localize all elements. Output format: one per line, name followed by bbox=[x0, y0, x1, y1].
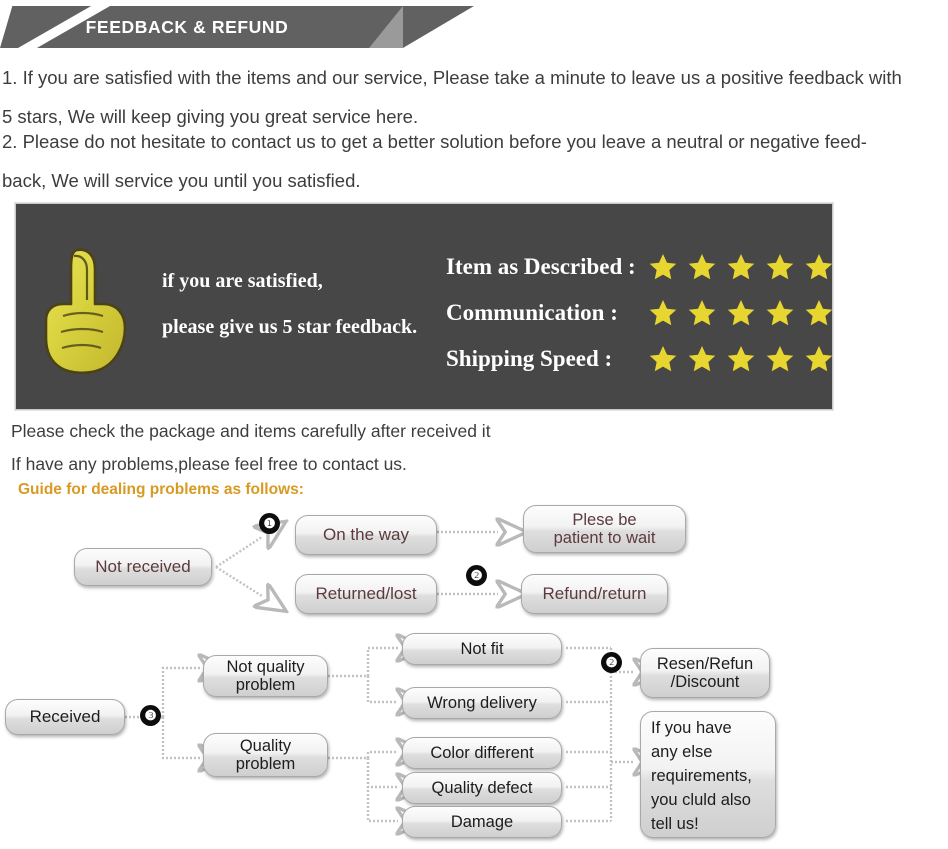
star-icon bbox=[649, 299, 677, 325]
box-returned-lost[interactable]: Returned/lost bbox=[295, 574, 437, 614]
step-badge-2: ❷ bbox=[466, 565, 487, 586]
star-icon bbox=[688, 345, 716, 371]
package-check-note: Please check the package and items caref… bbox=[11, 421, 491, 441]
star-icon bbox=[805, 345, 833, 371]
star-icon bbox=[805, 253, 833, 279]
rating-label: Item as Described : bbox=[446, 253, 636, 279]
rating-row: Item as Described : bbox=[446, 246, 834, 287]
feedback-banner-line-2: please give us 5 star feedback. bbox=[162, 316, 418, 338]
five-star-feedback-banner: if you are satisfied, please give us 5 s… bbox=[15, 203, 833, 410]
intro-paragraph-2: 2. Please do not hesitate to contact us … bbox=[2, 131, 867, 191]
step-badge-1: ❶ bbox=[259, 513, 280, 534]
rating-label: Shipping Speed : bbox=[446, 345, 613, 371]
box-not-fit[interactable]: Not fit bbox=[402, 633, 562, 665]
box-tell-us[interactable]: If you have any else requirements, you c… bbox=[640, 711, 776, 838]
rating-row: Communication : bbox=[446, 292, 834, 333]
star-icon bbox=[688, 299, 716, 325]
box-plese-be-patient[interactable]: Plese be patient to wait bbox=[523, 505, 686, 553]
star-icon bbox=[688, 253, 716, 279]
box-not-received[interactable]: Not received bbox=[74, 548, 212, 586]
star-icon bbox=[766, 253, 794, 279]
box-quality-defect[interactable]: Quality defect bbox=[402, 772, 562, 804]
star-icon bbox=[766, 345, 794, 371]
rating-list: Item as Described : Communication : Shippi… bbox=[446, 246, 834, 384]
box-received[interactable]: Received bbox=[5, 699, 125, 735]
box-quality-problem[interactable]: Quality problem bbox=[203, 733, 328, 777]
star-icon bbox=[727, 299, 755, 325]
page-title: FEEDBACK & REFUND bbox=[85, 16, 289, 37]
star-icon bbox=[766, 299, 794, 325]
feedback-banner-line-1: if you are satisfied, bbox=[162, 270, 323, 292]
star-icon bbox=[727, 345, 755, 371]
rating-label: Communication : bbox=[446, 299, 618, 325]
star-rating bbox=[648, 344, 834, 374]
box-on-the-way[interactable]: On the way bbox=[295, 515, 437, 555]
star-icon bbox=[805, 299, 833, 325]
guide-heading: Guide for dealing problems as follows: bbox=[18, 481, 304, 498]
box-refund-return[interactable]: Refund/return bbox=[521, 574, 668, 614]
star-rating bbox=[648, 298, 834, 328]
box-wrong-delivery[interactable]: Wrong delivery bbox=[402, 687, 562, 719]
star-icon bbox=[727, 253, 755, 279]
box-not-quality-problem[interactable]: Not quality problem bbox=[203, 655, 328, 697]
box-damage[interactable]: Damage bbox=[402, 806, 562, 838]
star-icon bbox=[649, 253, 677, 279]
box-color-different[interactable]: Color different bbox=[402, 737, 562, 769]
star-icon bbox=[649, 345, 677, 371]
contact-us-note: If have any problems,please feel free to… bbox=[11, 454, 407, 474]
feedback-refund-banner: FEEDBACK & REFUND bbox=[0, 6, 474, 48]
feedback-banner-text: if you are satisfied, please give us 5 s… bbox=[162, 258, 417, 350]
step-badge-3: ❸ bbox=[140, 705, 161, 726]
rating-row: Shipping Speed : bbox=[446, 338, 834, 379]
thumbs-up-icon bbox=[44, 248, 127, 375]
step-badge-2-outcome: ❷ bbox=[601, 652, 622, 673]
star-rating bbox=[648, 252, 834, 282]
box-resend-refund-discount[interactable]: Resen/Refun /Discount bbox=[640, 648, 770, 698]
